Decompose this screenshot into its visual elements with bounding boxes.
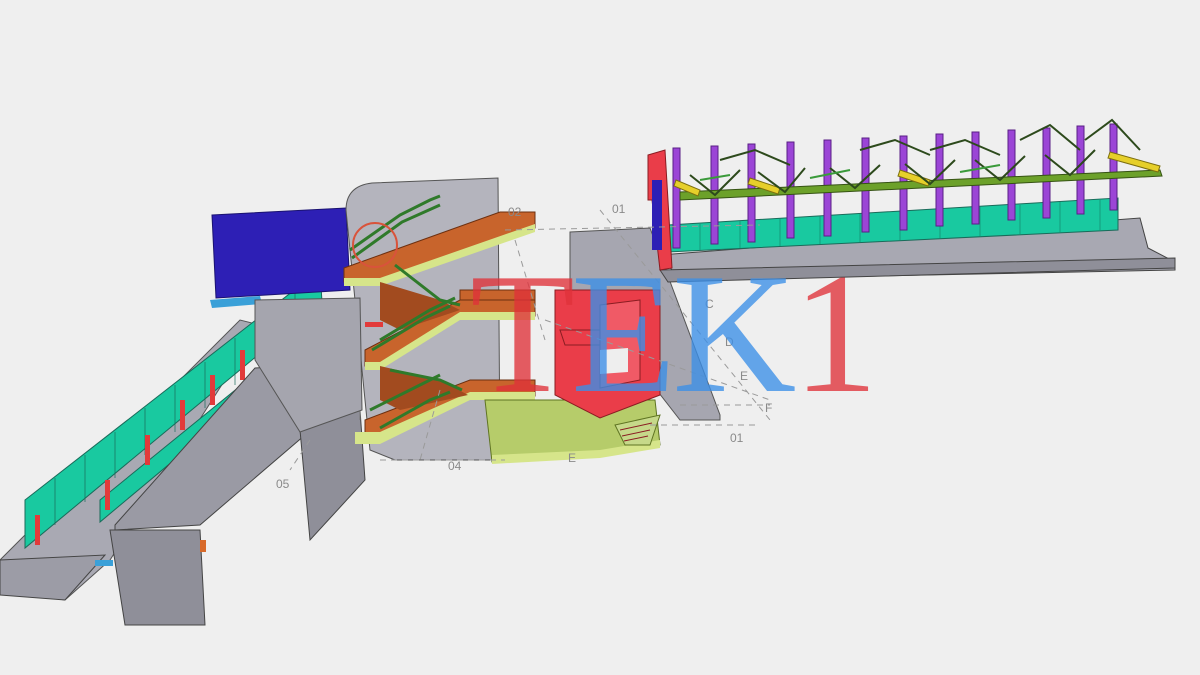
bim-3d-model: 01 02 C D E F 01 04 05 E [0,118,1176,626]
grid-label-01-bottom: 01 [730,431,744,445]
grid-label-05: 05 [276,477,290,491]
grid-label-c: C [705,297,714,311]
grid-label-01-top: 01 [612,202,626,216]
grid-label-d: D [725,335,734,349]
grid-label-e-lower: E [568,451,576,465]
grid-label-f: F [765,401,772,415]
grid-label-02: 02 [508,205,522,219]
right-canopy-walkway [647,118,1176,283]
grid-label-04: 04 [448,459,462,473]
grid-label-e: E [740,369,748,383]
model-viewport[interactable]: 01 02 C D E F 01 04 05 E TEK1 [0,0,1200,675]
